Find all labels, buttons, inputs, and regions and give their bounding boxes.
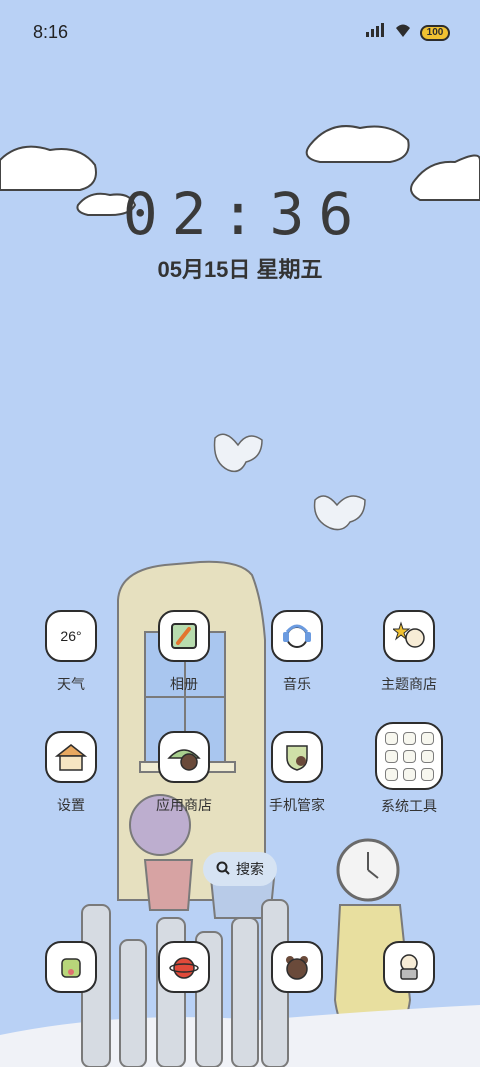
app-weather[interactable]: 26° 天气 <box>21 610 121 694</box>
status-bar: 8:16 100 <box>0 0 480 66</box>
app-system-tools-folder[interactable]: 系统工具 <box>359 722 459 816</box>
folder-preview-grid <box>384 731 434 781</box>
dock-app-1[interactable] <box>21 941 121 993</box>
lockscreen-clock: 02:36 <box>122 180 368 248</box>
app-label: 系统工具 <box>381 798 437 814</box>
status-icons: 100 <box>366 22 450 43</box>
app-app-store[interactable]: 应用商店 <box>134 731 234 815</box>
theme-store-icon <box>383 610 435 662</box>
search-label: 搜索 <box>236 861 264 877</box>
app-label: 音乐 <box>283 676 311 692</box>
battery-icon: 100 <box>420 24 450 41</box>
gallery-icon <box>158 610 210 662</box>
status-time: 8:16 <box>33 22 69 42</box>
app-store-icon <box>158 731 210 783</box>
app-theme-store[interactable]: 主题商店 <box>359 610 459 694</box>
app-label: 应用商店 <box>156 797 212 813</box>
weather-icon: 26° <box>45 610 97 662</box>
wallpaper-illustration <box>0 0 480 1067</box>
app-label: 设置 <box>57 797 85 813</box>
wifi-icon <box>393 22 413 43</box>
dock-app-2[interactable] <box>134 941 234 993</box>
dock-app-4[interactable] <box>359 941 459 993</box>
system-tools-folder-icon <box>375 722 443 790</box>
phone-manager-icon <box>271 731 323 783</box>
app-label: 相册 <box>170 676 198 692</box>
dock-browser-icon <box>158 941 210 993</box>
search-icon <box>216 861 230 878</box>
app-settings[interactable]: 设置 <box>21 731 121 815</box>
settings-icon <box>45 731 97 783</box>
app-label: 手机管家 <box>269 797 325 813</box>
search-button[interactable]: 搜索 <box>203 852 277 886</box>
app-music[interactable]: 音乐 <box>247 610 347 694</box>
dock-camera-icon <box>383 941 435 993</box>
dock-app-3[interactable] <box>247 941 347 993</box>
lockscreen-date: 05月15日 星期五 <box>157 257 323 282</box>
dock-bear-icon <box>271 941 323 993</box>
app-label: 主题商店 <box>381 676 437 692</box>
app-label: 天气 <box>57 676 85 692</box>
music-icon <box>271 610 323 662</box>
signal-icon <box>366 23 386 42</box>
dock-phone-icon <box>45 941 97 993</box>
app-gallery[interactable]: 相册 <box>134 610 234 694</box>
app-phone-manager[interactable]: 手机管家 <box>247 731 347 815</box>
